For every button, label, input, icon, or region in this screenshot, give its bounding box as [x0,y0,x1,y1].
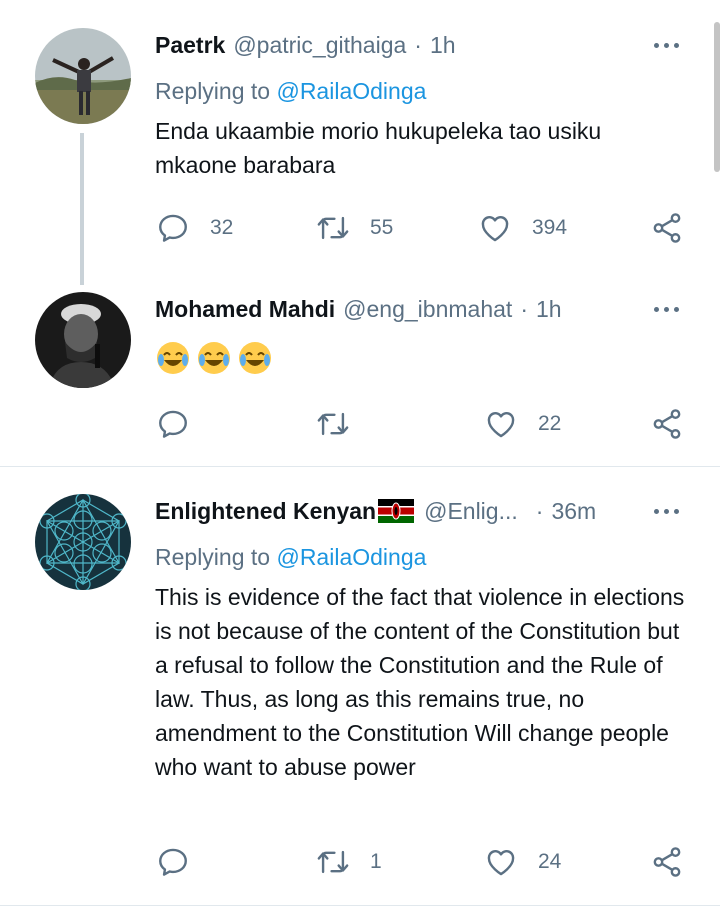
more-icon[interactable] [650,294,682,324]
username[interactable]: @Enlig... [424,498,518,525]
reply-button[interactable] [156,404,210,444]
separator-dot: · [414,31,422,58]
display-name[interactable]: Paetrk [155,32,225,59]
tweet-text: This is evidence of the fact that violen… [155,584,685,780]
like-button[interactable]: 24 [484,842,561,882]
divider [0,905,720,906]
like-icon [487,850,515,876]
tweet-actions: 32 55 394 [0,208,720,248]
tears-of-joy-emoji [157,342,189,374]
tears-of-joy-emoji [198,342,230,374]
replying-to-link[interactable]: @RailaOdinga [276,78,426,104]
tweet-header: Enlightened Kenyan @Enlig... · 36m [155,494,596,528]
more-icon[interactable] [650,30,682,60]
share-button[interactable] [650,208,684,248]
replying-to: Replying to @RailaOdinga [155,544,426,571]
retweet-icon [317,850,349,874]
reply-button[interactable]: 32 [156,208,233,248]
share-icon [653,213,681,243]
like-button[interactable]: 394 [478,208,567,248]
replying-to-label: Replying to [155,78,271,104]
like-icon [487,412,515,438]
display-name[interactable]: Enlightened Kenyan [155,498,376,525]
replying-to: Replying to @RailaOdinga [155,78,426,105]
avatar-enlightened-kenyan[interactable] [35,494,131,590]
share-button[interactable] [650,404,684,444]
like-icon [481,216,509,242]
kenya-flag-icon [378,499,415,523]
username[interactable]: @patric_githaiga [233,32,406,59]
timestamp[interactable]: 1h [430,32,456,59]
replying-to-link[interactable]: @RailaOdinga [276,544,426,570]
like-count: 22 [538,412,562,435]
share-icon [653,847,681,877]
avatar-paetrk[interactable] [35,28,131,124]
retweet-count: 55 [370,216,394,239]
like-count: 394 [532,216,568,239]
retweet-button[interactable] [316,404,370,444]
timestamp[interactable]: 1h [536,296,562,323]
username[interactable]: @eng_ibnmahat [343,296,512,323]
retweet-button[interactable]: 55 [316,208,393,248]
reply-button[interactable] [156,842,210,882]
retweet-icon [317,216,349,240]
tweet-header: Paetrk @patric_githaiga · 1h [155,28,456,62]
retweet-icon [317,412,349,436]
separator-dot: · [520,295,528,322]
tweet-actions: 1 24 [0,842,720,882]
tweet-text: Enda ukaambie morio hukupeleka tao usiku… [155,118,602,178]
reply-icon [159,214,187,242]
reply-icon [159,410,187,438]
display-name[interactable]: Mohamed Mahdi [155,296,335,323]
retweet-button[interactable]: 1 [316,842,382,882]
timestamp[interactable]: 36m [551,498,596,525]
tweet-text [155,340,685,380]
scrollbar[interactable] [714,22,720,172]
tweet-header: Mohamed Mahdi @eng_ibnmahat · 1h [155,292,562,326]
like-count: 24 [538,850,562,873]
avatar-mohamed-mahdi[interactable] [35,292,131,388]
replying-to-label: Replying to [155,544,271,570]
tweet-actions: 22 [0,404,720,444]
reply-icon [159,848,187,876]
tears-of-joy-emoji [239,342,271,374]
share-icon [653,409,681,439]
divider [0,466,720,467]
separator-dot: · [535,497,544,524]
share-button[interactable] [650,842,684,882]
like-button[interactable]: 22 [484,404,561,444]
more-icon[interactable] [650,496,682,526]
reply-count: 32 [210,216,234,239]
retweet-count: 1 [370,850,382,873]
